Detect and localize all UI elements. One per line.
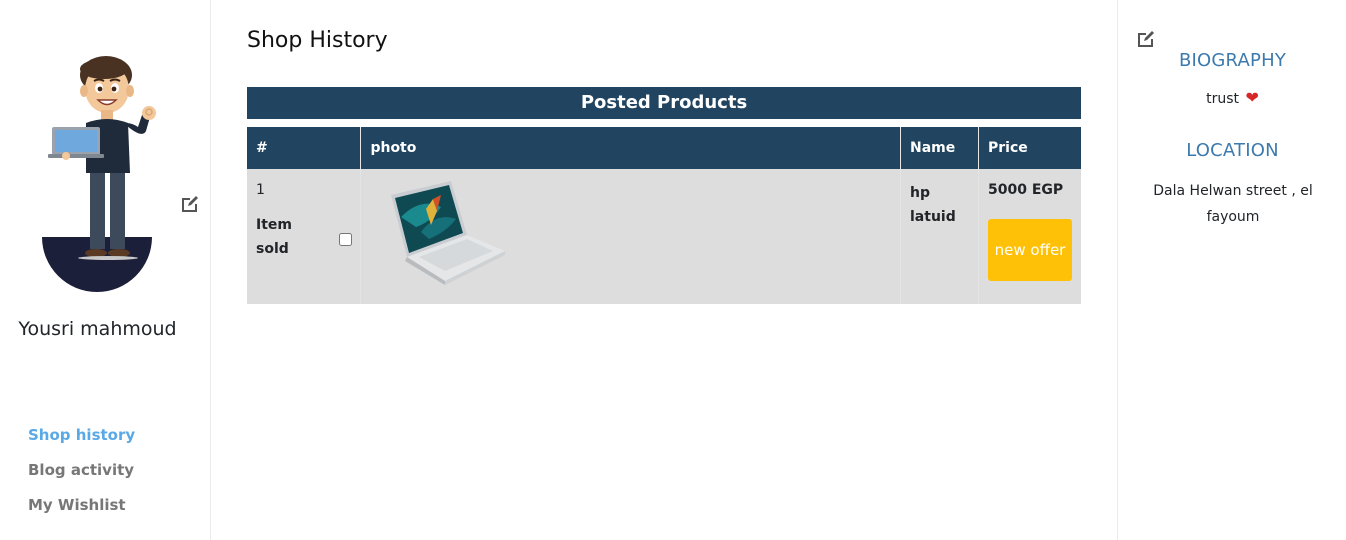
- item-sold-checkbox[interactable]: [339, 233, 352, 246]
- row-price-cell: 5000 EGP new offer: [978, 169, 1081, 304]
- column-header-price: Price: [978, 127, 1081, 169]
- page: Yousri mahmoud Shop history Blog activit…: [0, 0, 1346, 540]
- column-header-index: #: [247, 127, 362, 169]
- column-header-name: Name: [900, 127, 979, 169]
- edit-profile-icon[interactable]: [180, 194, 200, 214]
- row-index-cell: 1 Item sold: [247, 169, 362, 304]
- right-sidebar: BIOGRAPHY trust ❤ LOCATION Dala Helwan s…: [1117, 0, 1346, 540]
- nav-item-shop-history[interactable]: Shop history: [28, 424, 135, 459]
- nav-item-blog-activity[interactable]: Blog activity: [28, 459, 135, 494]
- products-table: # photo Name Price 1 Item sold hp latuid…: [247, 127, 1081, 304]
- table-row: 1 Item sold hp latuid 5000 EGP new offer: [247, 169, 1081, 304]
- product-photo[interactable]: [371, 177, 511, 292]
- page-title: Shop History: [247, 28, 388, 53]
- edit-bio-icon[interactable]: [1136, 29, 1156, 49]
- biography-value: trust: [1206, 91, 1240, 107]
- location-text: Dala Helwan street , el fayoum: [1153, 183, 1313, 225]
- biography-heading: BIOGRAPHY: [1178, 50, 1287, 71]
- location-heading: LOCATION: [1186, 140, 1279, 161]
- left-sidebar: Yousri mahmoud Shop history Blog activit…: [0, 0, 211, 540]
- product-name: hp latuid: [910, 185, 956, 225]
- sidebar-nav: Shop history Blog activity My Wishlist: [28, 424, 135, 529]
- profile-name: Yousri mahmoud: [18, 318, 177, 340]
- row-photo-cell: [360, 169, 901, 304]
- column-header-photo: photo: [360, 127, 901, 169]
- row-index: 1: [256, 182, 265, 198]
- heart-icon: ❤: [1245, 88, 1259, 107]
- nav-item-my-wishlist[interactable]: My Wishlist: [28, 494, 135, 529]
- item-sold-label: Item sold: [256, 217, 292, 257]
- avatar-illustration: [48, 56, 156, 260]
- table-header-row: # photo Name Price: [247, 127, 1081, 169]
- table-caption: Posted Products: [247, 87, 1081, 119]
- row-name-cell: hp latuid: [900, 169, 979, 304]
- product-price: 5000 EGP: [988, 182, 1064, 198]
- avatar: [42, 55, 156, 295]
- new-offer-button[interactable]: new offer: [988, 219, 1072, 281]
- biography-text: trust ❤: [1118, 88, 1346, 107]
